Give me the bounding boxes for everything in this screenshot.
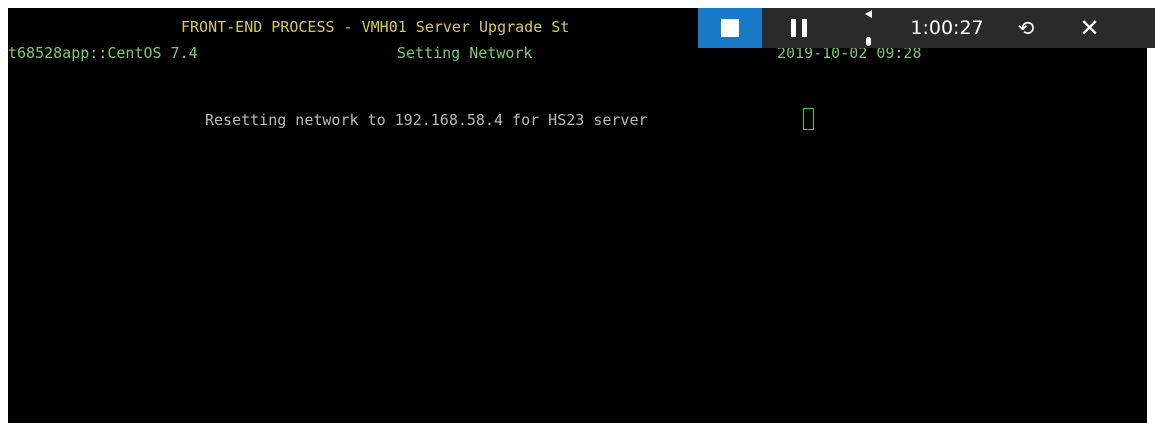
restart-button[interactable]: ⟲ xyxy=(994,8,1058,48)
message-ip: 192.168.58.4 xyxy=(394,111,504,129)
status-message: Resetting network to 192.168.58.4 for HS… xyxy=(205,110,657,130)
restart-icon: ⟲ xyxy=(1017,16,1035,40)
speaker-icon xyxy=(864,10,872,18)
pause-button[interactable] xyxy=(762,8,836,48)
message-suffix: for HS23 server xyxy=(503,111,657,129)
stop-button[interactable] xyxy=(698,8,762,48)
header-title: FRONT-END PROCESS - VMH01 Server Upgrade… xyxy=(181,18,570,36)
message-prefix: Resetting network to xyxy=(205,111,395,129)
host-info: t68528app::CentOS 7.4 xyxy=(8,44,198,62)
close-button[interactable]: ✕ xyxy=(1058,8,1121,48)
terminal-window[interactable]: FRONT-END PROCESS - VMH01 Server Upgrade… xyxy=(8,8,1147,423)
recording-toolbar: 1:00:27 ⟲ ✕ xyxy=(698,8,1155,48)
stop-icon xyxy=(721,19,739,37)
terminal-cursor xyxy=(803,108,814,130)
close-icon: ✕ xyxy=(1079,14,1100,42)
stage-label: Setting Network xyxy=(397,44,533,62)
elapsed-timer: 1:00:27 xyxy=(910,17,984,39)
microphone-icon xyxy=(865,37,871,46)
audio-toggle[interactable] xyxy=(836,8,900,48)
pause-icon xyxy=(788,19,810,37)
